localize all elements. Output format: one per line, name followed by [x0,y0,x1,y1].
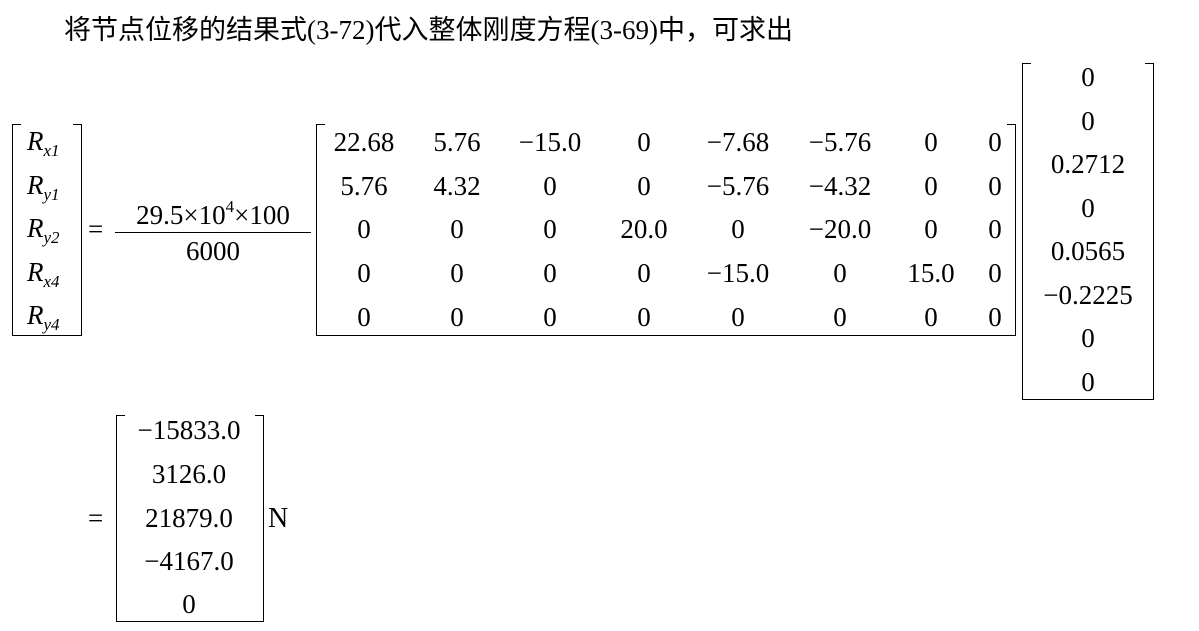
displacement-entry: 0 [1081,367,1095,397]
displacement-entry: 0 [1081,193,1095,223]
lhs-entry: Rx4 [27,257,60,291]
lhs-entry: Ry1 [27,170,60,204]
displacement-entry: 0 [1081,106,1095,136]
intro-prefix: 将节点位移的结果式 [64,15,307,46]
force-unit: N [268,503,289,534]
displacement-entry: 0 [1081,62,1095,92]
result-entry: −4167.0 [144,546,234,576]
displacement-entry: −0.2225 [1043,280,1133,310]
fraction-bar [115,232,311,233]
matrix-cell: 0 [731,214,745,244]
matrix-cell: −15.0 [706,258,770,288]
displacement-entry: 0.2712 [1050,149,1126,179]
matrix-cell: 0 [731,302,745,332]
lhs-entry: Ry2 [27,213,60,247]
result-entry: 3126.0 [151,459,227,489]
intro-middle: 代入整体刚度方程 [374,15,591,46]
intro-text: 将节点位移的结果式(3-72)代入整体刚度方程(3-69)中，可求出 [64,10,793,51]
result-entry: 0 [182,589,196,619]
equation-ref-3-72: (3-72) [307,15,375,45]
lhs-entry: Rx1 [27,126,60,160]
equals-sign: = [88,214,104,244]
displacement-entry: 0.0565 [1050,236,1126,266]
fraction-denominator: 6000 [186,236,240,266]
intro-suffix: 中，可求出 [657,15,793,46]
displacement-entry: 0 [1081,323,1095,353]
result-entry: −15833.0 [137,415,241,445]
equation-ref-3-69: (3-69) [590,15,658,45]
matrix-cell: −5.76 [706,171,770,201]
result-entry: 21879.0 [145,503,233,533]
fraction-numerator: 29.5×104×100 [136,197,290,230]
lhs-entry: Ry4 [27,300,60,334]
matrix-cell: −7.68 [706,127,770,157]
equals-sign-result: = [88,503,104,533]
